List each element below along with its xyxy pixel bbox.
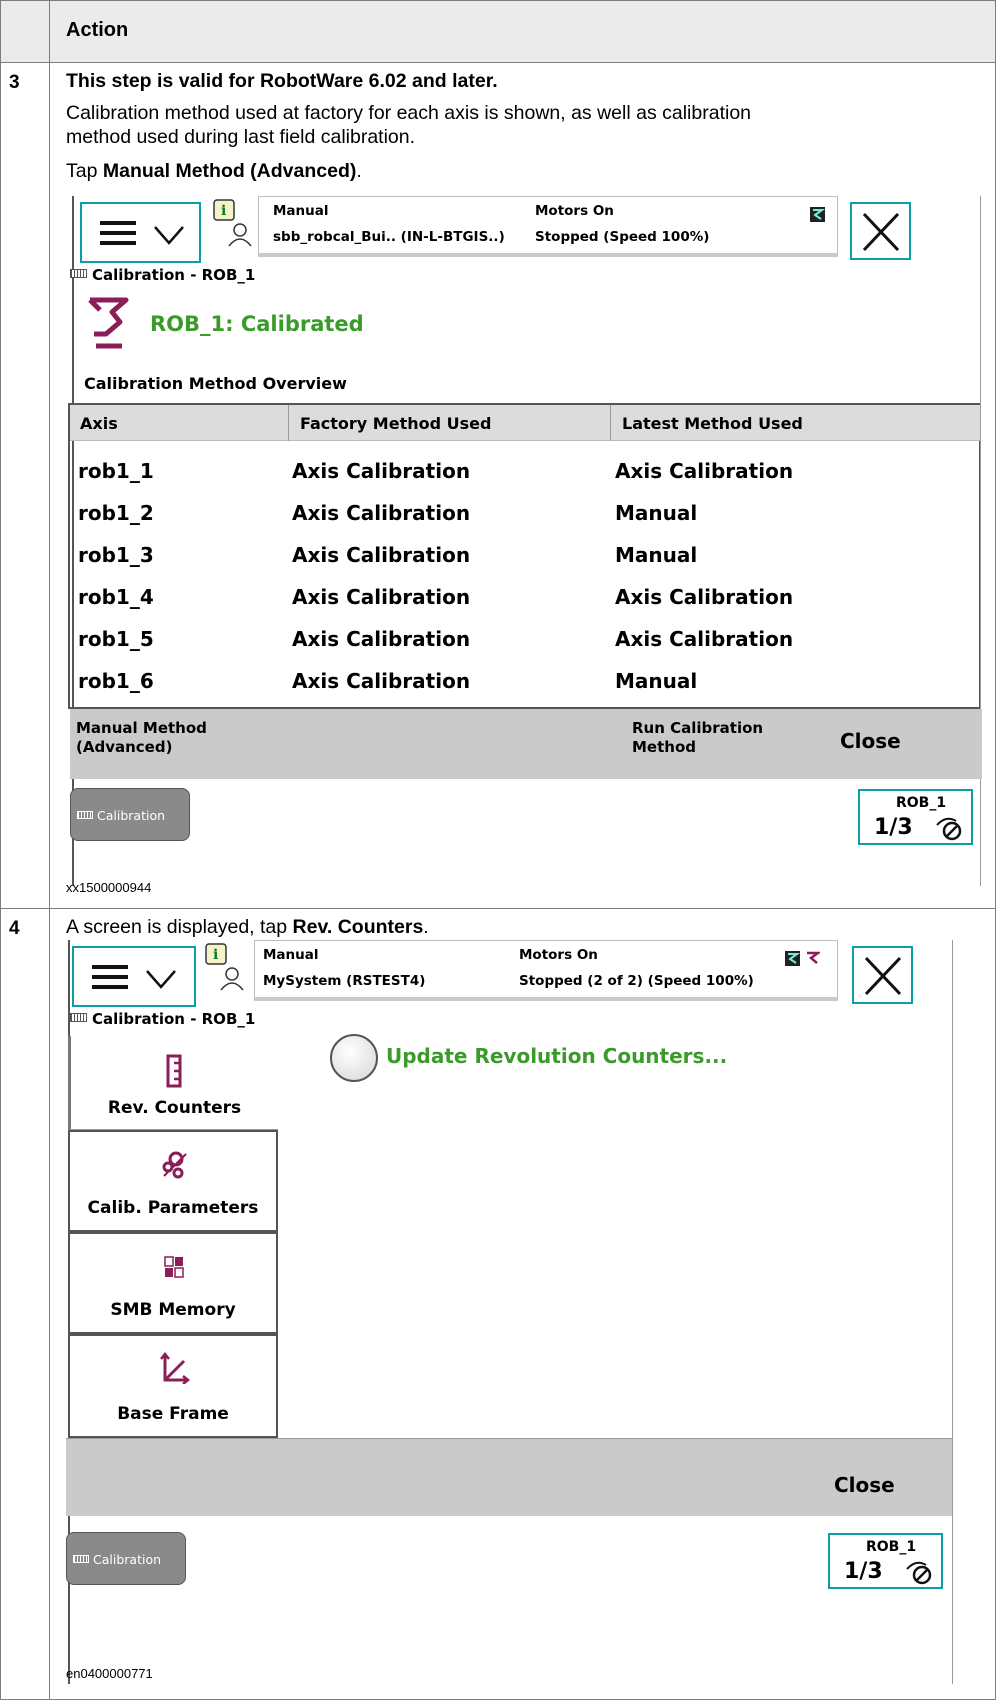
- chevron-down-icon: [146, 970, 176, 989]
- task-fraction: 1/3: [844, 1559, 883, 1584]
- operating-mode: Manual: [263, 947, 319, 963]
- table-row[interactable]: rob1_4 Axis Calibration Axis Calibration: [70, 585, 979, 611]
- quickset-button[interactable]: ROB_1 1/3: [858, 789, 973, 845]
- calib-parameters-button[interactable]: Calib. Parameters: [68, 1130, 278, 1232]
- hamburger-icon: [92, 965, 128, 995]
- rev-counters-label: Rev. Counters: [107, 1098, 242, 1118]
- flexpendant-screen-calibration: i Manual MySystem (RSTEST4) Motors On St…: [66, 940, 968, 1684]
- column-header-factory: Factory Method Used: [300, 414, 492, 433]
- flexpendant-screen-overview: i Manual sbb_robcal_Bui.. (IN-L-BTGIS..)…: [68, 196, 984, 886]
- robot-status-icon: [785, 951, 800, 966]
- window-title: Calibration - ROB_1: [70, 266, 255, 284]
- operating-mode: Manual: [273, 203, 329, 219]
- quickset-button[interactable]: ROB_1 1/3: [828, 1533, 943, 1589]
- table-header-row: Axis Factory Method Used Latest Method U…: [70, 405, 980, 441]
- system-name: MySystem (RSTEST4): [263, 973, 426, 989]
- run-calibration-method-button[interactable]: Run Calibration Method: [632, 719, 763, 757]
- step-text-description-line1: Calibration method used at factory for e…: [66, 102, 752, 124]
- base-frame-label: Base Frame: [117, 1404, 229, 1424]
- table-row[interactable]: rob1_1 Axis Calibration Axis Calibration: [70, 459, 979, 485]
- motors-state: Motors On: [519, 947, 598, 963]
- table-row[interactable]: rob1_2 Axis Calibration Manual: [70, 501, 979, 527]
- table-row[interactable]: rob1_6 Axis Calibration Manual: [70, 669, 979, 695]
- command-bar: Manual Method (Advanced) Run Calibration M…: [70, 709, 982, 779]
- robot-status-icon: [810, 207, 825, 222]
- step-number: 4: [9, 918, 20, 939]
- base-frame-button[interactable]: Base Frame: [68, 1334, 278, 1438]
- step-text-version-note: This step is valid for RobotWare 6.02 an…: [66, 70, 498, 92]
- chevron-down-icon: [154, 226, 184, 245]
- update-revolution-counters-radio[interactable]: [330, 1034, 378, 1082]
- robot-calibrated-icon: [88, 297, 129, 349]
- calibration-app-icon: [70, 269, 87, 278]
- table-row[interactable]: rob1_5 Axis Calibration Axis Calibration: [70, 627, 979, 653]
- program-state: Stopped (2 of 2) (Speed 100%): [519, 973, 754, 989]
- table-row[interactable]: rob1_3 Axis Calibration Manual: [70, 543, 979, 569]
- increment-off-icon: [906, 1561, 932, 1585]
- event-log-user-icon[interactable]: i: [204, 942, 248, 992]
- close-button[interactable]: Close: [834, 1473, 895, 1497]
- command-bar: Close: [66, 1438, 952, 1516]
- base-frame-icon: [160, 1352, 190, 1384]
- svg-text:i: i: [213, 947, 218, 963]
- calib-parameters-label: Calib. Parameters: [87, 1198, 259, 1218]
- abb-menu-button[interactable]: [72, 946, 196, 1007]
- close-window-button[interactable]: [852, 946, 913, 1004]
- manual-method-button[interactable]: Manual Method (Advanced): [76, 719, 207, 757]
- increment-off-icon: [936, 817, 962, 841]
- figure-caption: en0400000771: [66, 1666, 153, 1681]
- rev-counters-button[interactable]: Rev. Counters: [68, 1036, 278, 1130]
- task-fraction: 1/3: [874, 815, 913, 840]
- action-column-header: Action: [66, 19, 129, 41]
- abb-menu-button[interactable]: [80, 202, 201, 263]
- smb-memory-label: SMB Memory: [110, 1300, 236, 1320]
- svg-text:i: i: [221, 203, 226, 219]
- status-bar[interactable]: Manual sbb_robcal_Bui.. (IN-L-BTGIS..) M…: [258, 196, 838, 257]
- system-name: sbb_robcal_Bui.. (IN-L-BTGIS..): [273, 229, 505, 245]
- calib-parameters-icon: [162, 1151, 187, 1179]
- close-icon: [862, 212, 900, 252]
- calibration-app-icon: [70, 1013, 87, 1022]
- window-title: Calibration - ROB_1: [70, 1010, 255, 1028]
- procedure-table: Action 3 This step is valid for RobotWar…: [0, 0, 996, 1700]
- step-text-instruction: Tap Manual Method (Advanced).: [66, 160, 362, 182]
- robot-status-icon-2: [807, 951, 820, 964]
- update-revolution-counters-label: Update Revolution Counters...: [386, 1044, 728, 1068]
- taskbar-calibration[interactable]: Calibration: [70, 788, 190, 841]
- figure-caption: xx1500000944: [66, 880, 152, 895]
- step-text-description-line2: method used during last field calibratio…: [66, 126, 416, 148]
- program-state: Stopped (Speed 100%): [535, 229, 710, 245]
- step-text-instruction: A screen is displayed, tap Rev. Counters…: [66, 916, 429, 938]
- column-header-latest: Latest Method Used: [622, 414, 803, 433]
- taskbar-calibration[interactable]: Calibration: [66, 1532, 186, 1585]
- table-header: [0, 0, 996, 62]
- status-bar[interactable]: Manual MySystem (RSTEST4) Motors On Stop…: [254, 940, 838, 1001]
- smb-memory-icon: [164, 1256, 184, 1278]
- overview-title: Calibration Method Overview: [84, 374, 347, 393]
- hamburger-icon: [100, 221, 136, 251]
- close-window-button[interactable]: [850, 202, 911, 260]
- close-button[interactable]: Close: [840, 729, 901, 753]
- rev-counter-icon: [166, 1054, 182, 1088]
- calibration-method-table: Axis Factory Method Used Latest Method U…: [68, 403, 980, 709]
- column-header-axis: Axis: [80, 414, 118, 433]
- step-number: 3: [9, 72, 20, 93]
- calibration-status-text: ROB_1: Calibrated: [150, 312, 364, 336]
- close-icon: [864, 956, 902, 996]
- motors-state: Motors On: [535, 203, 614, 219]
- smb-memory-button[interactable]: SMB Memory: [68, 1232, 278, 1334]
- event-log-user-icon[interactable]: i: [212, 198, 256, 248]
